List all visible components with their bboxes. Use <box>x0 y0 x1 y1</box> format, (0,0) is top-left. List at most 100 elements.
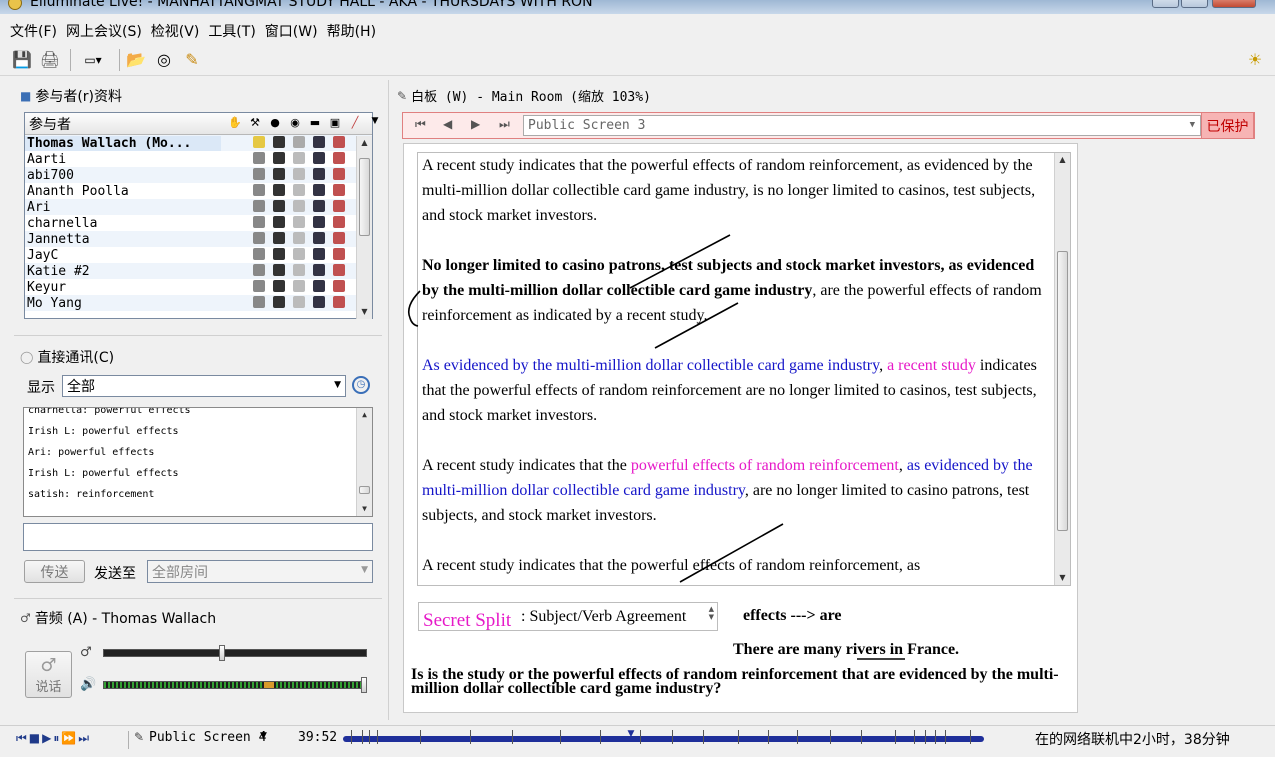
app-share-icon[interactable]: ▣ <box>325 116 345 129</box>
sentence-option-e: A recent study indicates that the powerf… <box>422 557 921 574</box>
talk-button[interactable]: ♂ 说话 <box>25 651 72 698</box>
help-bulb-icon[interactable]: ☀ <box>1243 48 1267 72</box>
timeline-tick <box>600 730 601 744</box>
menu-meeting[interactable]: 网上会议(S) <box>66 21 142 41</box>
next-screen-icon[interactable]: ▶ <box>471 117 480 131</box>
menu-window[interactable]: 窗口(W) <box>265 21 318 41</box>
participants-rows: Thomas Wallach (Mo... Aarti abi700 Anant… <box>25 135 372 311</box>
whiteboard-textbox[interactable]: A recent study indicates that the powerf… <box>417 152 1071 586</box>
send-to-select[interactable]: 全部房间 ▼ <box>147 560 373 583</box>
participant-row[interactable]: charnella <box>25 215 372 231</box>
clock-icon[interactable]: ◷ <box>352 376 370 394</box>
last-screen-icon[interactable]: ⏭ <box>499 117 510 132</box>
participant-status-icons <box>253 168 353 180</box>
timeline-tick <box>970 730 971 744</box>
participant-row[interactable]: Ari <box>25 199 372 215</box>
chat-message: charnella: powerful effects <box>28 407 191 416</box>
chat-scrollbar[interactable]: ▲ ▼ <box>356 408 372 516</box>
chat-messages[interactable]: charnella: powerful effects Irish L: pow… <box>23 407 373 517</box>
scroll-thumb[interactable] <box>359 158 370 236</box>
scroll-up-icon[interactable]: ▲ <box>1055 153 1070 167</box>
minimize-button[interactable] <box>1152 0 1179 8</box>
whiteboard-permission-icon[interactable]: ╱ <box>345 116 365 129</box>
header-menu-dropdown[interactable]: ▼ <box>365 116 385 129</box>
sentence-option-d: A recent study indicates that the powerf… <box>422 457 1033 524</box>
playback-timeline[interactable] <box>343 736 984 742</box>
speaker-volume-knob[interactable] <box>361 677 367 693</box>
spinner-icon[interactable]: ▲ ▼ <box>709 605 714 621</box>
scroll-down-icon[interactable]: ▼ <box>1055 571 1070 585</box>
timeline-tick <box>351 730 352 744</box>
timeline-tick <box>672 730 673 744</box>
maximize-button[interactable] <box>1181 0 1208 8</box>
textbox-scrollbar[interactable]: ▲ ▼ <box>1054 153 1070 585</box>
toolbar-divider <box>70 48 71 71</box>
participant-row[interactable]: Ananth Poolla <box>25 183 372 199</box>
scroll-thumb[interactable] <box>359 486 370 494</box>
chevron-down-icon[interactable]: ▼ <box>260 731 267 741</box>
status-screen[interactable]: Public Screen 4 <box>149 730 266 745</box>
chevron-down-icon: ▼ <box>1189 120 1195 130</box>
mic-volume-knob[interactable] <box>218 645 225 661</box>
layout-dropdown-icon[interactable]: ▭▾ <box>75 48 111 72</box>
talk-permission-icon[interactable]: ● <box>265 116 285 129</box>
mic-icon: ♂ <box>80 645 92 660</box>
speaker-volume-slider[interactable] <box>103 677 367 693</box>
status-divider <box>128 731 129 749</box>
screen-navigation-bar: ⏮ ◀ ▶ ⏭ Public Screen 3 ▼ 已保护 <box>402 112 1255 139</box>
webcam-icon[interactable]: ◎ <box>152 48 176 72</box>
participants-title: ■ 参与者(r)资料 <box>20 89 123 105</box>
raise-hand-icon[interactable]: ✋ <box>225 116 245 129</box>
elapsed-time: 39:52 <box>298 730 338 745</box>
chat-permission-icon[interactable]: ▬ <box>305 116 325 129</box>
moderator-icon[interactable]: ⚒ <box>245 116 265 129</box>
participants-scrollbar[interactable]: ▲ ▼ <box>356 136 372 319</box>
scroll-down-icon[interactable]: ▼ <box>357 305 372 319</box>
scroll-thumb[interactable] <box>1057 251 1068 531</box>
scroll-up-icon[interactable]: ▲ <box>357 408 372 422</box>
microphone-icon: ♂ <box>20 611 31 625</box>
timeline-tick <box>703 730 704 744</box>
send-button[interactable]: 传送 <box>24 560 85 583</box>
playback-controls-icon[interactable]: ⏮■▶⏸⏩⏭ <box>16 731 91 746</box>
participant-row[interactable]: Jannetta <box>25 231 372 247</box>
secret-split-box[interactable]: Secret Split : Subject/Verb Agreement ▲ ▼ <box>418 602 718 631</box>
chat-input[interactable] <box>23 523 373 551</box>
menu-view[interactable]: 检视(V) <box>151 21 200 41</box>
participant-row[interactable]: Aarti <box>25 151 372 167</box>
users-icon: ■ <box>20 89 32 103</box>
scroll-down-icon[interactable]: ▼ <box>357 502 372 516</box>
speaker-icon: 🔊 <box>80 677 97 692</box>
chat-filter-select[interactable]: 全部 ▼ <box>62 375 346 397</box>
splitter[interactable] <box>388 80 389 720</box>
participant-row[interactable]: abi700 <box>25 167 372 183</box>
menu-help[interactable]: 帮助(H) <box>327 21 376 41</box>
screen-select[interactable]: Public Screen 3 ▼ <box>523 115 1201 136</box>
panel-divider <box>14 598 382 599</box>
mic-volume-slider[interactable] <box>103 645 367 661</box>
timeline-tick <box>560 730 561 744</box>
timeline-tick <box>925 730 926 744</box>
scroll-up-icon[interactable]: ▲ <box>357 136 372 150</box>
participant-row[interactable]: JayC <box>25 247 372 263</box>
timeline-tick <box>830 730 831 744</box>
participant-row[interactable]: Keyur <box>25 279 372 295</box>
video-permission-icon[interactable]: ◉ <box>285 116 305 129</box>
talk-microphone-icon: ♂ <box>40 654 57 676</box>
close-button[interactable] <box>1212 0 1256 8</box>
participant-row[interactable]: Katie #2 <box>25 263 372 279</box>
save-icon[interactable]: 💾 <box>10 48 34 72</box>
menu-file[interactable]: 文件(F) <box>10 21 57 41</box>
timeline-tick <box>768 730 769 744</box>
folder-transfer-icon[interactable]: 📂 <box>124 48 148 72</box>
first-screen-icon[interactable]: ⏮ <box>415 117 426 132</box>
chat-message: satish: reinforcement <box>28 489 155 500</box>
participants-list[interactable]: 参与者 ✋ ⚒ ● ◉ ▬ ▣ ╱ ▼ Thomas Wallach (Mo..… <box>24 112 378 319</box>
playhead-marker[interactable]: ▼ <box>627 729 634 739</box>
menu-tools[interactable]: 工具(T) <box>208 21 255 41</box>
prev-screen-icon[interactable]: ◀ <box>443 117 452 131</box>
notes-icon[interactable]: ✎ <box>180 48 204 72</box>
print-icon[interactable]: 🖨 <box>38 48 62 72</box>
participant-row[interactable]: Thomas Wallach (Mo... <box>25 135 372 151</box>
participant-row[interactable]: Mo Yang <box>25 295 372 311</box>
